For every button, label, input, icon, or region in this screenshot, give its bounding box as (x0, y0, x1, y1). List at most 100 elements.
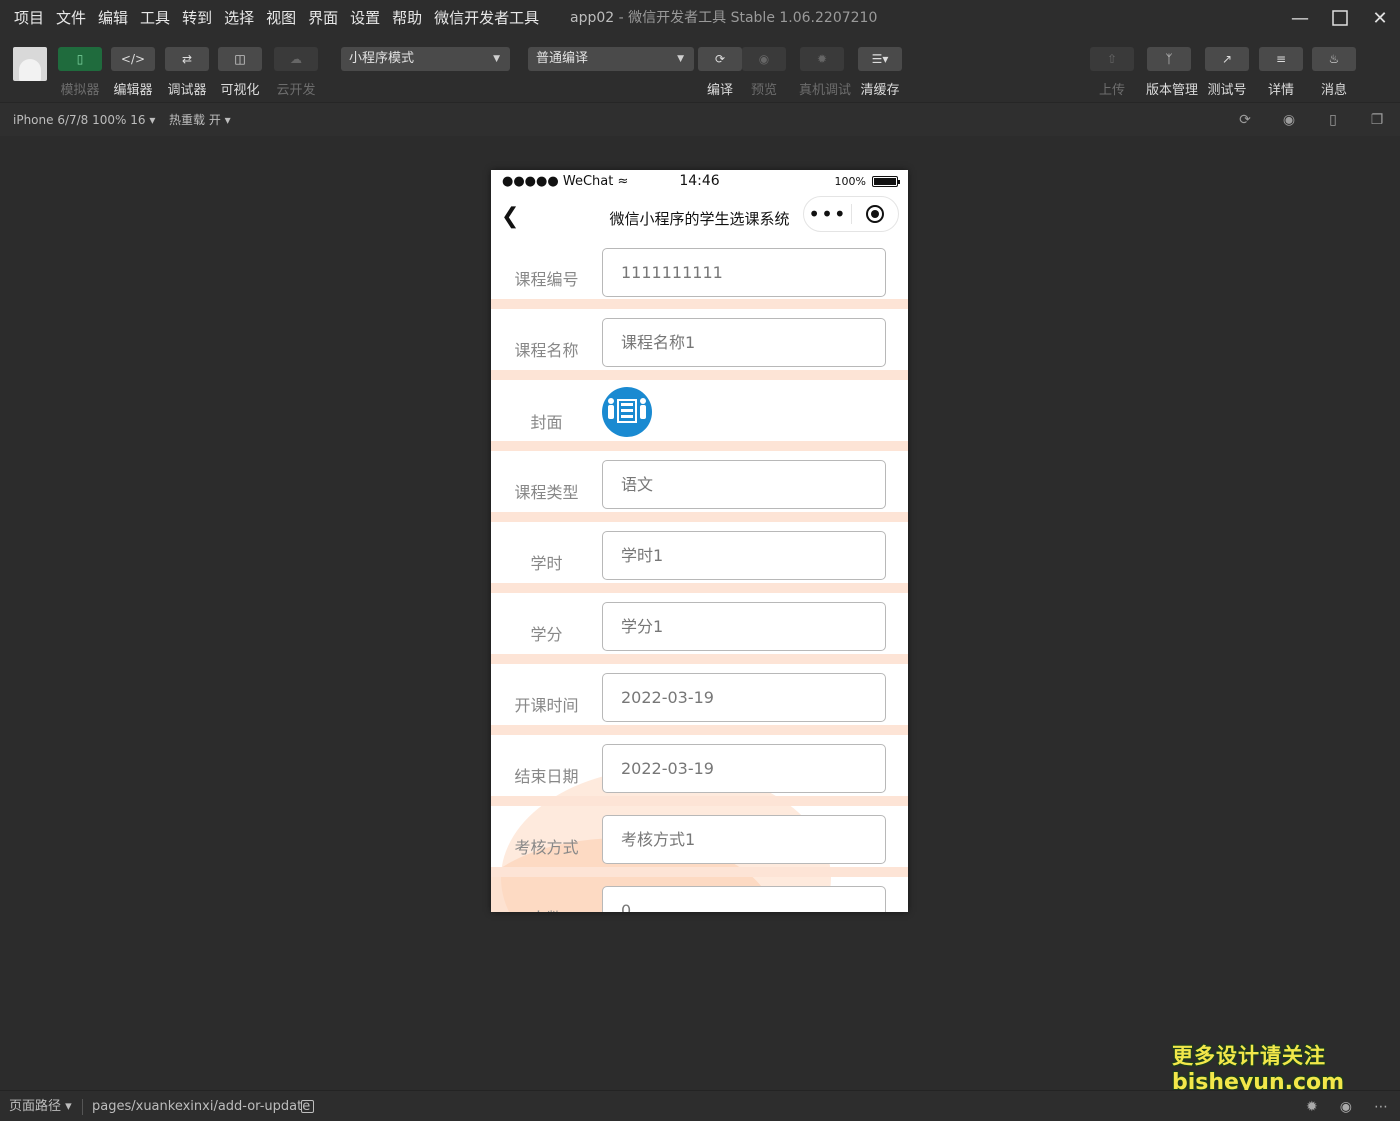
debugger-button[interactable]: ⇄ 调试器 (164, 47, 210, 98)
form-label: 人数 (491, 905, 602, 912)
menu-item-select[interactable]: 选择 (218, 0, 260, 36)
form-row-course-name: 课程名称 课程名称1 (491, 309, 908, 370)
menu-item-wechat-devtools[interactable]: 微信开发者工具 (428, 0, 545, 36)
eye-icon[interactable]: ◉ (1340, 1099, 1352, 1115)
course-id-input[interactable]: 1111111111 (602, 248, 886, 297)
status-actions: ✹ ◉ ⋯ (1306, 1091, 1388, 1121)
hours-input[interactable]: 学时1 (602, 531, 886, 580)
test-account-button[interactable]: ↗ 测试号 (1204, 47, 1250, 98)
user-icon (19, 59, 41, 81)
simulator-label: 模拟器 (60, 83, 100, 98)
menu-item-goto[interactable]: 转到 (176, 0, 218, 36)
form-row-course-id: 课程编号 1111111111 (491, 238, 908, 299)
assessment-input[interactable]: 考核方式1 (602, 815, 886, 864)
simulator-button[interactable]: ▯ 模拟器 (57, 47, 103, 98)
more-icon[interactable]: ⋯ (1374, 1099, 1388, 1115)
count-input[interactable]: 0 (602, 886, 886, 912)
credits-input[interactable]: 学分1 (602, 602, 886, 651)
row-divider (491, 370, 908, 380)
bell-icon: ♨ (1312, 47, 1356, 71)
layout-icon: ◫ (218, 47, 262, 71)
phone-icon: ▯ (58, 47, 102, 71)
cover-illustration-icon (608, 398, 646, 423)
form-label: 课程类型 (514, 483, 579, 502)
status-bar: 页面路径 ▾ pages/xuankexinxi/add-or-update ✹… (0, 1090, 1400, 1121)
cloud-dev-button[interactable]: ☁ 云开发 (273, 47, 319, 98)
capsule-menu: ••• (803, 196, 899, 232)
cover-image[interactable] (602, 387, 652, 437)
start-date-picker[interactable]: 2022-03-19 (602, 673, 886, 722)
menu-item-project[interactable]: 项目 (8, 0, 50, 36)
menu-item-view[interactable]: 视图 (260, 0, 302, 36)
editor-button[interactable]: </> 编辑器 (110, 47, 156, 98)
visual-button[interactable]: ◫ 可视化 (217, 47, 263, 98)
status-divider (82, 1099, 83, 1115)
simulator-subbar: iPhone 6/7/8 100% 16 ▾ 热重载 开 ▾ ⟳ ◉ ▯ ❐ (0, 102, 1400, 136)
compile-button[interactable]: ⟳ 编译 (697, 47, 743, 98)
mini-program-navbar: ❮ 微信小程序的学生选课系统 ••• (491, 194, 908, 238)
close-program-button[interactable] (852, 205, 898, 223)
row-divider (491, 867, 908, 877)
form-row-credits: 学分 学分1 (491, 593, 908, 654)
details-label: 详情 (1267, 83, 1294, 98)
clear-cache-button[interactable]: ☰▾ 清缓存 (857, 47, 903, 98)
form-row-course-type: 课程类型 语文 (491, 451, 908, 512)
preview-label: 预览 (750, 83, 777, 98)
course-type-select[interactable]: 语文 (602, 460, 886, 509)
window-title-sep: - (618, 10, 624, 26)
row-divider (491, 299, 908, 309)
record-icon[interactable]: ◉ (1280, 111, 1298, 129)
menu-item-file[interactable]: 文件 (50, 0, 92, 36)
details-button[interactable]: ≡ 详情 (1258, 47, 1304, 98)
eye-icon: ◉ (742, 47, 786, 71)
mode-select-value: 小程序模式 (349, 51, 415, 66)
remote-debug-button[interactable]: ✹ 真机调试 (799, 47, 851, 98)
clear-cache-label: 清缓存 (860, 83, 900, 98)
version-button[interactable]: ᛉ 版本管理 (1146, 47, 1199, 98)
mode-select[interactable]: 小程序模式 ▼ (341, 47, 510, 71)
form-label: 封面 (530, 413, 563, 432)
menu-item-interface[interactable]: 界面 (302, 0, 344, 36)
maximize-icon[interactable] (1320, 0, 1360, 36)
row-divider (491, 725, 908, 735)
device-select[interactable]: iPhone 6/7/8 100% 16 ▾ (13, 103, 155, 137)
upload-button[interactable]: ⇧ 上传 (1089, 47, 1135, 98)
messages-button[interactable]: ♨ 消息 (1311, 47, 1357, 98)
page-path-select[interactable]: 页面路径 ▾ (9, 1091, 72, 1121)
menu-bar: 项目 文件 编辑 工具 转到 选择 视图 界面 设置 帮助 微信开发者工具 (0, 0, 545, 36)
menu-item-tools[interactable]: 工具 (134, 0, 176, 36)
editor-label: 编辑器 (113, 83, 153, 98)
form-content[interactable]: 课程编号 1111111111 课程名称 课程名称1 封面 课程类型 语文 学时… (491, 238, 908, 912)
window-controls: — ✕ (1280, 0, 1400, 36)
close-icon[interactable]: ✕ (1360, 0, 1400, 36)
compile-select[interactable]: 普通编译 ▼ (528, 47, 694, 71)
form-label: 学时 (530, 554, 563, 573)
form-row-end-date: 结束日期 2022-03-19 (491, 735, 908, 796)
menu-item-settings[interactable]: 设置 (344, 0, 386, 36)
simulator-actions: ⟳ ◉ ▯ ❐ (1236, 103, 1386, 137)
popout-icon[interactable]: ❐ (1368, 111, 1386, 129)
row-divider (491, 583, 908, 593)
form-label: 考核方式 (514, 838, 579, 857)
course-name-input[interactable]: 课程名称1 (602, 318, 886, 367)
hot-reload-select[interactable]: 热重载 开 ▾ (169, 103, 231, 137)
watermark-line1: 更多设计请关注 (1172, 1044, 1326, 1068)
menu-item-edit[interactable]: 编辑 (92, 0, 134, 36)
device-icon[interactable]: ▯ (1324, 111, 1342, 129)
window-title: app02 - 微信开发者工具 Stable 1.06.2207210 (570, 0, 877, 36)
preview-button[interactable]: ◉ 预览 (741, 47, 787, 98)
copy-icon[interactable] (301, 1100, 314, 1113)
avatar[interactable] (13, 47, 47, 81)
row-divider (491, 441, 908, 451)
chevron-down-icon: ▼ (493, 54, 500, 64)
compile-select-value: 普通编译 (536, 51, 589, 66)
bug-icon[interactable]: ✹ (1306, 1099, 1318, 1115)
rotate-icon[interactable]: ⟳ (1236, 111, 1254, 129)
upload-icon: ⇧ (1090, 47, 1134, 71)
minimize-icon[interactable]: — (1280, 0, 1320, 36)
end-date-picker[interactable]: 2022-03-19 (602, 744, 886, 793)
more-icon[interactable]: ••• (804, 204, 851, 224)
refresh-icon: ⟳ (698, 47, 742, 71)
version-label: 版本管理 (1146, 83, 1199, 98)
menu-item-help[interactable]: 帮助 (386, 0, 428, 36)
